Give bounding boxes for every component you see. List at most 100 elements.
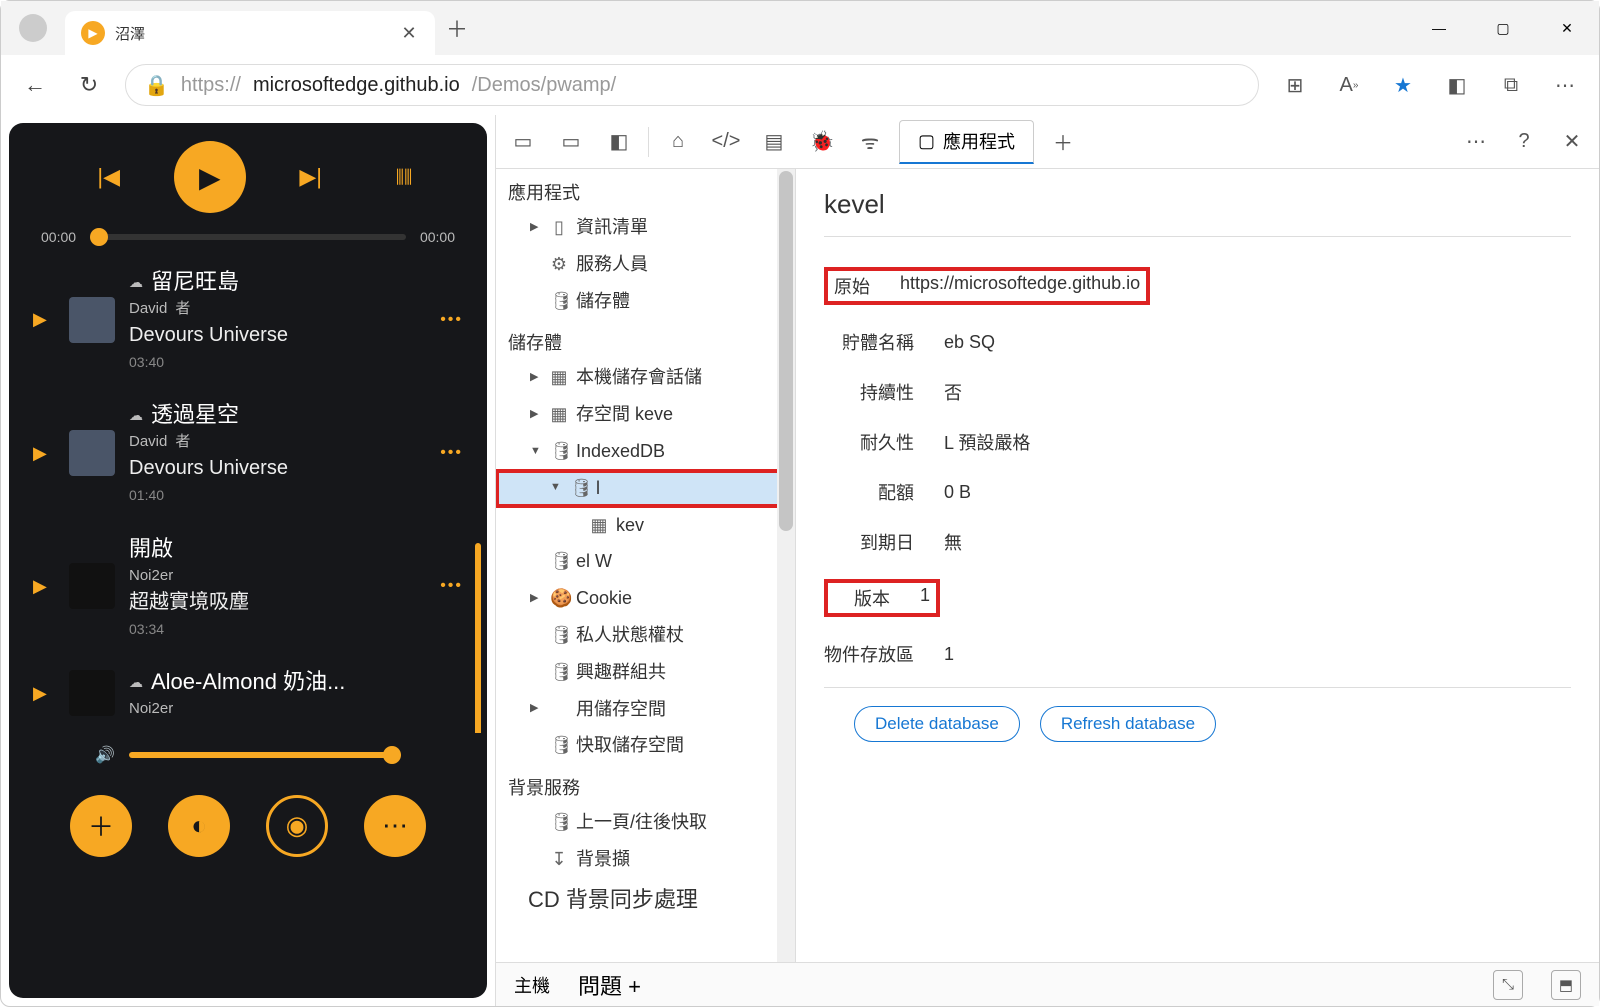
detail-title: kevel xyxy=(824,189,1571,220)
device-icon[interactable]: ▭ xyxy=(552,123,590,161)
close-devtools-button[interactable]: ✕ xyxy=(1553,123,1591,161)
tree-el-w[interactable]: 🛢el W xyxy=(496,543,795,580)
volume-slider[interactable] xyxy=(129,752,401,758)
tree-service-workers[interactable]: ⚙服務人員 xyxy=(496,246,795,283)
favorite-icon[interactable]: ★ xyxy=(1385,73,1421,98)
time-elapsed: 00:00 xyxy=(41,229,76,245)
track-list: ▶ ☁留尼旺島 David者 Devours Universe 03:40 ••… xyxy=(15,253,481,733)
play-icon[interactable]: ▶ xyxy=(33,576,55,597)
avatar xyxy=(19,14,47,42)
extensions-icon[interactable]: ⊞ xyxy=(1277,73,1313,98)
maximize-button[interactable]: ▢ xyxy=(1471,8,1535,48)
network-tab-icon[interactable]: ᯤ xyxy=(851,123,889,161)
background-section-header: 背景服務 xyxy=(496,764,795,804)
split-screen-icon[interactable]: ◧ xyxy=(1439,73,1475,98)
url-host: microsoftedge.github.io xyxy=(253,74,460,97)
menu-icon[interactable]: ⋯ xyxy=(1547,73,1583,98)
refresh-database-button[interactable]: Refresh database xyxy=(1040,706,1216,742)
tree-db-l[interactable]: ▼🛢l xyxy=(496,470,795,507)
database-icon: 🛢 xyxy=(550,621,568,650)
more-button[interactable]: ⋯ xyxy=(364,795,426,857)
record-button[interactable]: ◉ xyxy=(266,795,328,857)
track-row[interactable]: ▶ ☁留尼旺島 David者 Devours Universe 03:40 ••… xyxy=(15,253,481,386)
drawer-expand-icon[interactable]: ⤡ xyxy=(1493,970,1523,1000)
application-tab[interactable]: ▢ 應用程式 xyxy=(899,120,1034,164)
tree-storage-node[interactable]: 🛢儲存體 xyxy=(496,283,795,320)
profile-button[interactable] xyxy=(1,1,65,55)
browser-tab[interactable]: ▶ 沼澤 ✕ xyxy=(65,11,435,55)
close-tab-button[interactable]: ✕ xyxy=(399,23,419,43)
tree-storage-keve[interactable]: ▶▦存空間 keve xyxy=(496,396,795,433)
drawer-dock-icon[interactable]: ⬒ xyxy=(1551,970,1581,1000)
tree-db-kev[interactable]: ▦kev xyxy=(496,507,795,544)
track-row[interactable]: ▶ ☁透過星空 David者 Devours Universe 01:40 ••… xyxy=(15,386,481,519)
devtools-tabs: ▭ ▭ ◧ ⌂ </> ▤ 🐞 ᯤ ▢ 應用程式 ＋ ⋯ ? ✕ xyxy=(496,115,1599,169)
play-icon[interactable]: ▶ xyxy=(33,683,55,704)
drawer-issues-tab[interactable]: 問題 + xyxy=(578,969,641,1001)
reading-mode-icon[interactable]: A» xyxy=(1331,74,1367,97)
back-button[interactable]: ← xyxy=(17,67,53,103)
album-cover xyxy=(69,297,115,343)
add-tab-button[interactable]: ＋ xyxy=(1044,123,1082,161)
prev-track-button[interactable]: |◀ xyxy=(84,152,134,202)
tree-usage-storage[interactable]: ▶用儲存空間 xyxy=(496,691,795,728)
tree-bfcache[interactable]: 🛢上一頁/往後快取 xyxy=(496,804,795,841)
devtools-panel: ▭ ▭ ◧ ⌂ </> ▤ 🐞 ᯤ ▢ 應用程式 ＋ ⋯ ? ✕ 應用程式 ▶▯… xyxy=(495,115,1599,1006)
tree-background-fetch[interactable]: ↧背景擷 xyxy=(496,841,795,878)
url-prefix: https:// xyxy=(181,74,241,97)
help-icon[interactable]: ? xyxy=(1505,123,1543,161)
track-row[interactable]: ▶ ☁Aloe-Almond 奶油... Noi2er xyxy=(15,653,481,733)
cloud-icon: ☁ xyxy=(129,406,143,426)
track-more-button[interactable]: ••• xyxy=(440,311,463,329)
titlebar: ▶ 沼澤 ✕ ＋ — ▢ ✕ xyxy=(1,1,1599,55)
next-track-button[interactable]: ▶| xyxy=(286,152,336,202)
tree-local-storage[interactable]: ▶▦本機儲存會話儲 xyxy=(496,359,795,396)
gear-icon: ⚙ xyxy=(550,250,568,279)
lock-icon: 🔒 xyxy=(144,73,169,98)
collections-icon[interactable]: ⧉ xyxy=(1493,74,1529,97)
track-more-button[interactable]: ••• xyxy=(440,444,463,462)
database-icon: 🛢 xyxy=(550,287,568,316)
devtools-drawer: 主機 問題 + ⤡ ⬒ xyxy=(496,962,1599,1006)
tree-cache-storage[interactable]: 🛢快取儲存空間 xyxy=(496,727,795,764)
tree-private-state[interactable]: 🛢私人狀態權杖 xyxy=(496,617,795,654)
play-icon[interactable]: ▶ xyxy=(33,443,55,464)
new-tab-button[interactable]: ＋ xyxy=(435,6,479,50)
database-icon: 🛢 xyxy=(570,474,588,503)
table-icon: ▦ xyxy=(550,363,568,392)
track-more-button[interactable]: ••• xyxy=(440,577,463,595)
minimize-button[interactable]: — xyxy=(1407,8,1471,48)
close-window-button[interactable]: ✕ xyxy=(1535,8,1599,48)
cloud-icon: ☁ xyxy=(129,273,143,293)
play-icon[interactable]: ▶ xyxy=(33,309,55,330)
database-icon: 🛢 xyxy=(550,658,568,687)
add-button[interactable]: ＋ xyxy=(70,795,132,857)
inspect-icon[interactable]: ▭ xyxy=(504,123,542,161)
cloud-icon: ☁ xyxy=(129,673,143,693)
tree-indexeddb[interactable]: ▼🛢IndexedDB xyxy=(496,433,795,470)
database-detail: kevel 原始https://microsoftedge.github.io … xyxy=(796,169,1599,962)
welcome-tab-icon[interactable]: ⌂ xyxy=(659,123,697,161)
database-icon: 🛢 xyxy=(550,808,568,837)
progress-slider[interactable] xyxy=(90,234,406,240)
play-button[interactable]: ▶ xyxy=(174,141,246,213)
visualizer-icon[interactable]: ⫼⫼ xyxy=(396,167,413,188)
track-row[interactable]: ▶ 開啟 Noi2er 超越實境吸塵 03:34 ••• xyxy=(15,520,481,653)
sources-tab-icon[interactable]: 🐞 xyxy=(803,123,841,161)
delete-database-button[interactable]: Delete database xyxy=(854,706,1020,742)
tree-background-sync[interactable]: CD 背景同步處理 xyxy=(496,878,795,921)
tree-interest-groups[interactable]: 🛢興趣群組共 xyxy=(496,654,795,691)
scrollbar[interactable] xyxy=(777,169,795,962)
elements-tab-icon[interactable]: </> xyxy=(707,123,745,161)
theme-button[interactable]: ◐ xyxy=(168,795,230,857)
drawer-main-tab[interactable]: 主機 xyxy=(514,972,550,998)
refresh-button[interactable]: ↻ xyxy=(71,67,107,103)
console-tab-icon[interactable]: ▤ xyxy=(755,123,793,161)
url-input[interactable]: 🔒 https://microsoftedge.github.io/Demos/… xyxy=(125,64,1259,106)
tree-manifest[interactable]: ▶▯資訊清單 xyxy=(496,209,795,246)
window-controls: — ▢ ✕ xyxy=(1407,8,1599,48)
volume-icon[interactable]: 🔊 xyxy=(95,745,115,765)
dock-icon[interactable]: ◧ xyxy=(600,123,638,161)
tree-cookie[interactable]: ▶🍪Cookie xyxy=(496,580,795,617)
more-tools-icon[interactable]: ⋯ xyxy=(1457,123,1495,161)
